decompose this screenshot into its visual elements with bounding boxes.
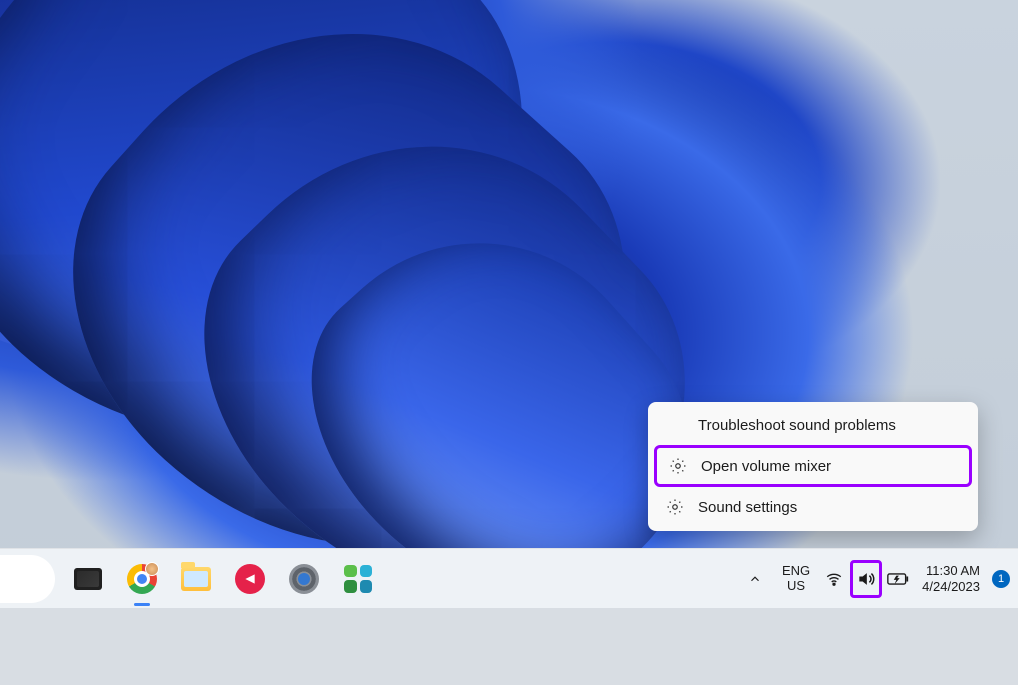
clock-date: 4/24/2023 <box>922 579 980 595</box>
wifi-icon[interactable] <box>822 565 846 593</box>
tray-overflow-button[interactable] <box>740 564 770 594</box>
task-view-button[interactable] <box>67 558 109 600</box>
taskbar: ENG US 11:30 AM 4/24/2023 1 <box>0 548 1018 608</box>
language-top: ENG <box>782 564 810 579</box>
clock[interactable]: 11:30 AM 4/24/2023 <box>922 563 980 594</box>
taskbar-app-microsoft[interactable] <box>337 558 379 600</box>
gear-icon <box>669 457 687 475</box>
start-button[interactable] <box>0 555 55 603</box>
language-bottom: US <box>782 579 810 594</box>
gear-icon <box>666 498 684 516</box>
taskbar-app-settings[interactable] <box>283 558 325 600</box>
notification-badge[interactable]: 1 <box>992 570 1010 588</box>
taskbar-app-file-explorer[interactable] <box>175 558 217 600</box>
language-indicator[interactable]: ENG US <box>782 564 810 594</box>
sound-context-menu: Troubleshoot sound problems Open volume … <box>648 402 978 531</box>
menu-item-troubleshoot-sound[interactable]: Troubleshoot sound problems <box>654 408 972 443</box>
clock-time: 11:30 AM <box>922 563 980 579</box>
menu-item-sound-settings[interactable]: Sound settings <box>654 489 972 525</box>
menu-item-label: Open volume mixer <box>701 458 831 475</box>
menu-item-open-volume-mixer[interactable]: Open volume mixer <box>657 448 969 484</box>
menu-item-label: Troubleshoot sound problems <box>698 417 896 434</box>
taskbar-app-recorder[interactable] <box>229 558 271 600</box>
notification-count: 1 <box>998 573 1004 585</box>
battery-icon[interactable] <box>886 565 910 593</box>
menu-item-label: Sound settings <box>698 499 797 516</box>
volume-icon[interactable] <box>854 565 878 593</box>
taskbar-app-chrome[interactable] <box>121 558 163 600</box>
